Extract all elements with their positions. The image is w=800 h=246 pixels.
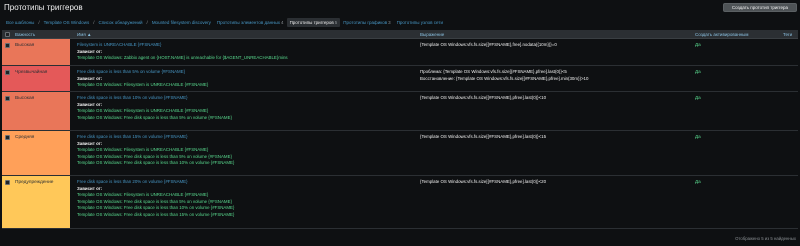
trigger-name-cell: Free disk space is less than 15% on volu… (77, 134, 407, 167)
dependency-link[interactable]: Template OS Windows: Free disk space is … (77, 160, 407, 167)
table-row: Высокая Filesystem is UNREACHABLE {#FSNAM… (2, 39, 798, 66)
create-enabled-toggle[interactable]: Да (695, 95, 701, 100)
trigger-name-cell: Filesystem is UNREACHABLE {#FSNAME} Завис… (77, 42, 407, 62)
breadcrumb-item[interactable]: Прототипы триггеров5 (286, 17, 341, 27)
breadcrumb: Все шаблоны / Template OS Windows / Список о… (0, 17, 800, 27)
breadcrumb-label: Template OS Windows (43, 19, 90, 25)
trigger-name-cell: Free disk space is less than 20% on volu… (77, 179, 407, 218)
create-enabled-toggle[interactable]: Да (695, 42, 701, 47)
column-expression: Выражение (420, 32, 445, 37)
expression-cell: {Template OS Windows:vfs.fs.size[{#FSNAM… (420, 179, 690, 186)
table-row: Высокая Free disk space is less than 10% … (2, 92, 798, 131)
dependency-link[interactable]: Template OS Windows: Free disk space is … (77, 212, 407, 219)
breadcrumb-item[interactable]: Прототипы графиков3 (340, 18, 393, 27)
breadcrumb-item[interactable]: Mounted filesystem discovery (149, 18, 214, 27)
create-trigger-prototype-button[interactable]: Создать прототип триггера (723, 3, 797, 12)
breadcrumb-count: 4 (281, 19, 284, 25)
create-enabled-toggle[interactable]: Да (695, 69, 701, 74)
dependency-link[interactable]: Template OS Windows: Free disk space is … (77, 115, 407, 122)
breadcrumb-label: Все шаблоны (6, 19, 35, 25)
expression-text: {Template OS Windows:vfs.fs.size[{#FSNAM… (420, 95, 547, 100)
column-name[interactable]: Имя ▲ (77, 32, 91, 37)
breadcrumb-label: Прототипы узлов сети (396, 19, 443, 25)
expression-cell: {Template OS Windows:vfs.fs.size[{#FSNAM… (420, 95, 690, 102)
create-enabled-toggle[interactable]: Да (695, 134, 701, 139)
results-count: Отображено 5 из 5 найденных (735, 236, 796, 241)
table-row: Чрезвычайная Free disk space is less than… (2, 66, 798, 92)
trigger-prototypes-table: Важность Имя ▲ Выражение Создать активир… (2, 30, 798, 229)
severity-cell (2, 131, 70, 175)
row-checkbox[interactable] (5, 96, 10, 101)
dependency-link[interactable]: Template OS Windows: Zabbix agent on {HO… (77, 55, 407, 62)
breadcrumb-count: 5 (334, 19, 338, 25)
severity-label: Высокая (15, 42, 35, 48)
trigger-name-cell: Free disk space is less than 5% on volum… (77, 69, 407, 89)
expression-text: {Template OS Windows:vfs.fs.size[{#FSNAM… (420, 179, 547, 184)
breadcrumb-separator-icon: / (93, 19, 95, 25)
expression-cell: {Template OS Windows:vfs.fs.size[{#FSNAM… (420, 134, 690, 141)
row-checkbox[interactable] (5, 70, 10, 75)
breadcrumb-item[interactable]: Все шаблоны (3, 18, 37, 27)
severity-cell (2, 39, 70, 65)
breadcrumb-label: Mounted filesystem discovery (151, 19, 211, 25)
dependency-link[interactable]: Template OS Windows: Filesystem is UNREA… (77, 82, 407, 89)
severity-cell (2, 92, 70, 130)
breadcrumb-label: Прототипы графиков (343, 19, 388, 25)
expression-text: {Template OS Windows:vfs.fs.size[{#FSNAM… (420, 42, 557, 47)
expression-cell: {Template OS Windows:vfs.fs.size[{#FSNAM… (420, 42, 690, 49)
severity-label: Высокая (15, 95, 35, 101)
breadcrumb-label: Список обнаружений (98, 19, 143, 25)
table-row: Предупреждение Free disk space is less th… (2, 176, 798, 229)
page-title: Прототипы триггеров (4, 3, 83, 12)
row-checkbox[interactable] (5, 180, 10, 185)
create-enabled-toggle[interactable]: Да (695, 179, 701, 184)
column-create-enabled[interactable]: Создать активированным (695, 32, 749, 37)
row-checkbox[interactable] (5, 43, 10, 48)
severity-label: Средняя (15, 134, 35, 140)
table-header: Важность Имя ▲ Выражение Создать активир… (2, 30, 798, 39)
breadcrumb-item[interactable]: Прототипы элементов данных4 (214, 18, 287, 27)
expression-text: Восстановление: {Template OS Windows:vfs… (420, 75, 589, 81)
row-checkbox[interactable] (5, 135, 10, 140)
select-all-checkbox[interactable] (5, 32, 10, 37)
breadcrumb-label: Прототипы элементов данных (216, 19, 281, 25)
expression-cell: Проблема: {Template OS Windows:vfs.fs.si… (420, 69, 690, 82)
breadcrumb-label: Прототипы триггеров (289, 19, 334, 25)
page-header: Прототипы триггеров Создать прототип три… (0, 0, 800, 15)
breadcrumb-separator-icon: / (146, 19, 148, 25)
breadcrumb-item[interactable]: Template OS Windows (41, 18, 93, 27)
severity-label: Чрезвычайная (15, 69, 48, 75)
table-row: Средняя Free disk space is less than 15% … (2, 131, 798, 176)
breadcrumb-item[interactable]: Список обнаружений (95, 18, 145, 27)
breadcrumb-separator-icon: / (38, 19, 40, 25)
breadcrumb-item[interactable]: Прототипы узлов сети (394, 18, 446, 27)
breadcrumb-count: 3 (388, 19, 391, 25)
trigger-name-cell: Free disk space is less than 10% on volu… (77, 95, 407, 121)
column-tags: Теги (783, 32, 793, 37)
expression-text: {Template OS Windows:vfs.fs.size[{#FSNAM… (420, 134, 547, 139)
column-severity[interactable]: Важность (15, 32, 35, 37)
severity-label: Предупреждение (15, 179, 54, 185)
